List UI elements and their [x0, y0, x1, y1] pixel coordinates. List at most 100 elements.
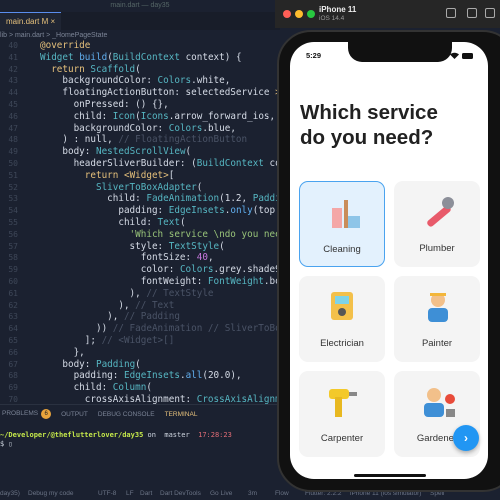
status-item[interactable]: Flow [275, 488, 289, 500]
code-token: Icons [140, 110, 169, 122]
code-text: child: Icon(Icons.arrow_forward_ios, siz… [40, 111, 285, 123]
code-text: style: TextStyle( [40, 241, 225, 253]
code-line[interactable]: 45 onPressed: () {}, [0, 99, 285, 111]
tab-label: PROBLEMS [2, 410, 39, 417]
code-line[interactable]: 41 Widget build(BuildContext context) { [0, 52, 285, 64]
line-number: 68 [8, 371, 18, 381]
code-token: FadeAnimation [146, 193, 220, 205]
line-number: 41 [8, 52, 18, 62]
code-line[interactable]: 69 child: Column( [0, 382, 285, 394]
status-item[interactable]: LF [126, 488, 134, 500]
status-item[interactable]: 3m [248, 488, 257, 500]
breadcrumb[interactable]: lib > main.dart > _HomePageState [0, 32, 107, 39]
zoom-button[interactable] [307, 10, 315, 18]
code-line[interactable]: 63 ), // Padding [0, 311, 285, 323]
rotate-icon[interactable] [485, 8, 495, 18]
code-line[interactable]: 59 color: Colors.grey.shade900, [0, 264, 285, 276]
code-token: padding: [40, 370, 124, 382]
code-token: ), [40, 299, 136, 311]
code-line[interactable]: 58 fontSize: 40, [0, 252, 285, 264]
code-line[interactable]: 46 child: Icon(Icons.arrow_forward_ios, … [0, 111, 285, 123]
code-line[interactable]: 42 return Scaffold( [0, 64, 285, 76]
service-card-carpenter[interactable]: Carpenter [299, 371, 385, 457]
code-token: .grey.shade900, [213, 264, 285, 276]
service-label: Painter [421, 338, 453, 349]
bottom-panel: PROBLEMS 6 OUTPUT DEBUG CONSOLE TERMINAL … [0, 404, 285, 489]
terminal-time: 17:28:23 [198, 431, 232, 439]
close-button[interactable] [283, 10, 291, 18]
code-editor[interactable]: 40 @override 41 Widget build(BuildContext c… [0, 40, 285, 405]
code-token: Widget [40, 51, 80, 63]
code-text: return <Widget>[ [40, 170, 175, 182]
code-token: ( [135, 63, 141, 75]
code-line[interactable]: 52 SliverToBoxAdapter( [0, 182, 285, 194]
code-line[interactable]: 55 child: Text( [0, 217, 285, 229]
code-token: color: [40, 264, 180, 276]
code-line[interactable]: 54 padding: EdgeInsets.only(top: 120.0, [0, 205, 285, 217]
code-line[interactable]: 40 @override [0, 40, 285, 52]
code-token: NestedScrollView [95, 146, 186, 158]
service-label: Cleaning [323, 244, 361, 255]
status-item[interactable]: Debug my code [28, 488, 74, 500]
tab-debug-console[interactable]: DEBUG CONSOLE [98, 411, 155, 418]
code-token: SliverToBoxAdapter [40, 181, 197, 193]
status-item[interactable]: Go Live [210, 488, 232, 500]
service-card-cleaning[interactable]: Cleaning [299, 181, 385, 267]
service-card-painter[interactable]: Painter [394, 276, 480, 362]
code-line[interactable]: 67 body: Padding( [0, 359, 285, 371]
code-line[interactable]: 65 ]; // <Widget>[] [0, 335, 285, 347]
code-line[interactable]: 51 return <Widget>[ [0, 170, 285, 182]
code-token: ( [196, 181, 203, 193]
minimize-button[interactable] [295, 10, 303, 18]
terminal[interactable]: ~/Developer/@theflutterlover/day35 on ma… [0, 431, 232, 449]
code-token: ( [135, 358, 141, 370]
code-token: // Text [135, 299, 175, 311]
service-card-electrician[interactable]: Electrician [299, 276, 385, 362]
service-label: Plumber [419, 243, 455, 254]
code-line[interactable]: 64 )) // FadeAnimation // SliverToBoxAda… [0, 323, 285, 335]
next-button[interactable]: › [453, 425, 479, 451]
code-line[interactable]: 68 padding: EdgeInsets.all(20.0), [0, 370, 285, 382]
code-line[interactable]: 57 style: TextStyle( [0, 241, 285, 253]
status-item[interactable]: Dart DevTools [160, 488, 201, 500]
tab-output[interactable]: OUTPUT [61, 411, 88, 418]
code-line[interactable]: 62 ), // Text [0, 300, 285, 312]
status-item[interactable]: day35) [0, 488, 20, 500]
tab-main-dart[interactable]: main.dart M × [0, 12, 62, 30]
status-icons [450, 52, 474, 59]
code-token: // TextStyle [146, 287, 214, 299]
code-text: child: Column( [40, 382, 152, 394]
home-icon[interactable] [467, 8, 477, 18]
line-number: 55 [8, 217, 18, 227]
code-line[interactable]: 56 'Which service \ndo you need?', [0, 229, 285, 241]
code-text: padding: EdgeInsets.only(top: 120.0, [40, 205, 285, 217]
code-line[interactable]: 66 }, [0, 347, 285, 359]
code-token: headerSliverBuilder: ( [40, 157, 197, 169]
tab-terminal[interactable]: TERMINAL [165, 411, 198, 418]
status-item[interactable]: UTF-8 [98, 488, 116, 500]
code-token: fontSize: [40, 252, 197, 264]
code-line[interactable]: 47 backgroundColor: Colors.blue, [0, 123, 285, 135]
code-text: ), // TextStyle [40, 288, 214, 300]
service-card-plumber[interactable]: Plumber [394, 181, 480, 267]
code-line[interactable]: 43 backgroundColor: Colors.white, [0, 75, 285, 87]
tab-problems[interactable]: PROBLEMS 6 [2, 409, 52, 419]
line-number: 52 [8, 182, 18, 192]
line-number: 66 [8, 347, 18, 357]
line-number: 40 [8, 41, 18, 50]
code-token: EdgeInsets [168, 205, 225, 217]
code-line[interactable]: 50 headerSliverBuilder: (BuildContext co… [0, 158, 285, 170]
screenshot-icon[interactable] [446, 8, 456, 18]
code-token: ) : null, [40, 134, 119, 146]
code-token: ( [219, 240, 225, 252]
code-line[interactable]: 49 body: NestedScrollView( [0, 146, 285, 158]
simulator-titlebar: iPhone 11 iOS 14.4 [275, 0, 500, 28]
code-token: Icon [112, 110, 136, 122]
code-line[interactable]: 44 floatingActionButton: selectedService… [0, 87, 285, 99]
code-line[interactable]: 61 ), // TextStyle [0, 288, 285, 300]
code-line[interactable]: 53 child: FadeAnimation(1.2, Padding( [0, 193, 285, 205]
code-text: return Scaffold( [40, 64, 141, 76]
code-line[interactable]: 48 ) : null, // FloatingActionButton [0, 134, 285, 146]
status-item[interactable]: Dart [140, 488, 152, 500]
code-line[interactable]: 60 fontWeight: FontWeight.bold, [0, 276, 285, 288]
